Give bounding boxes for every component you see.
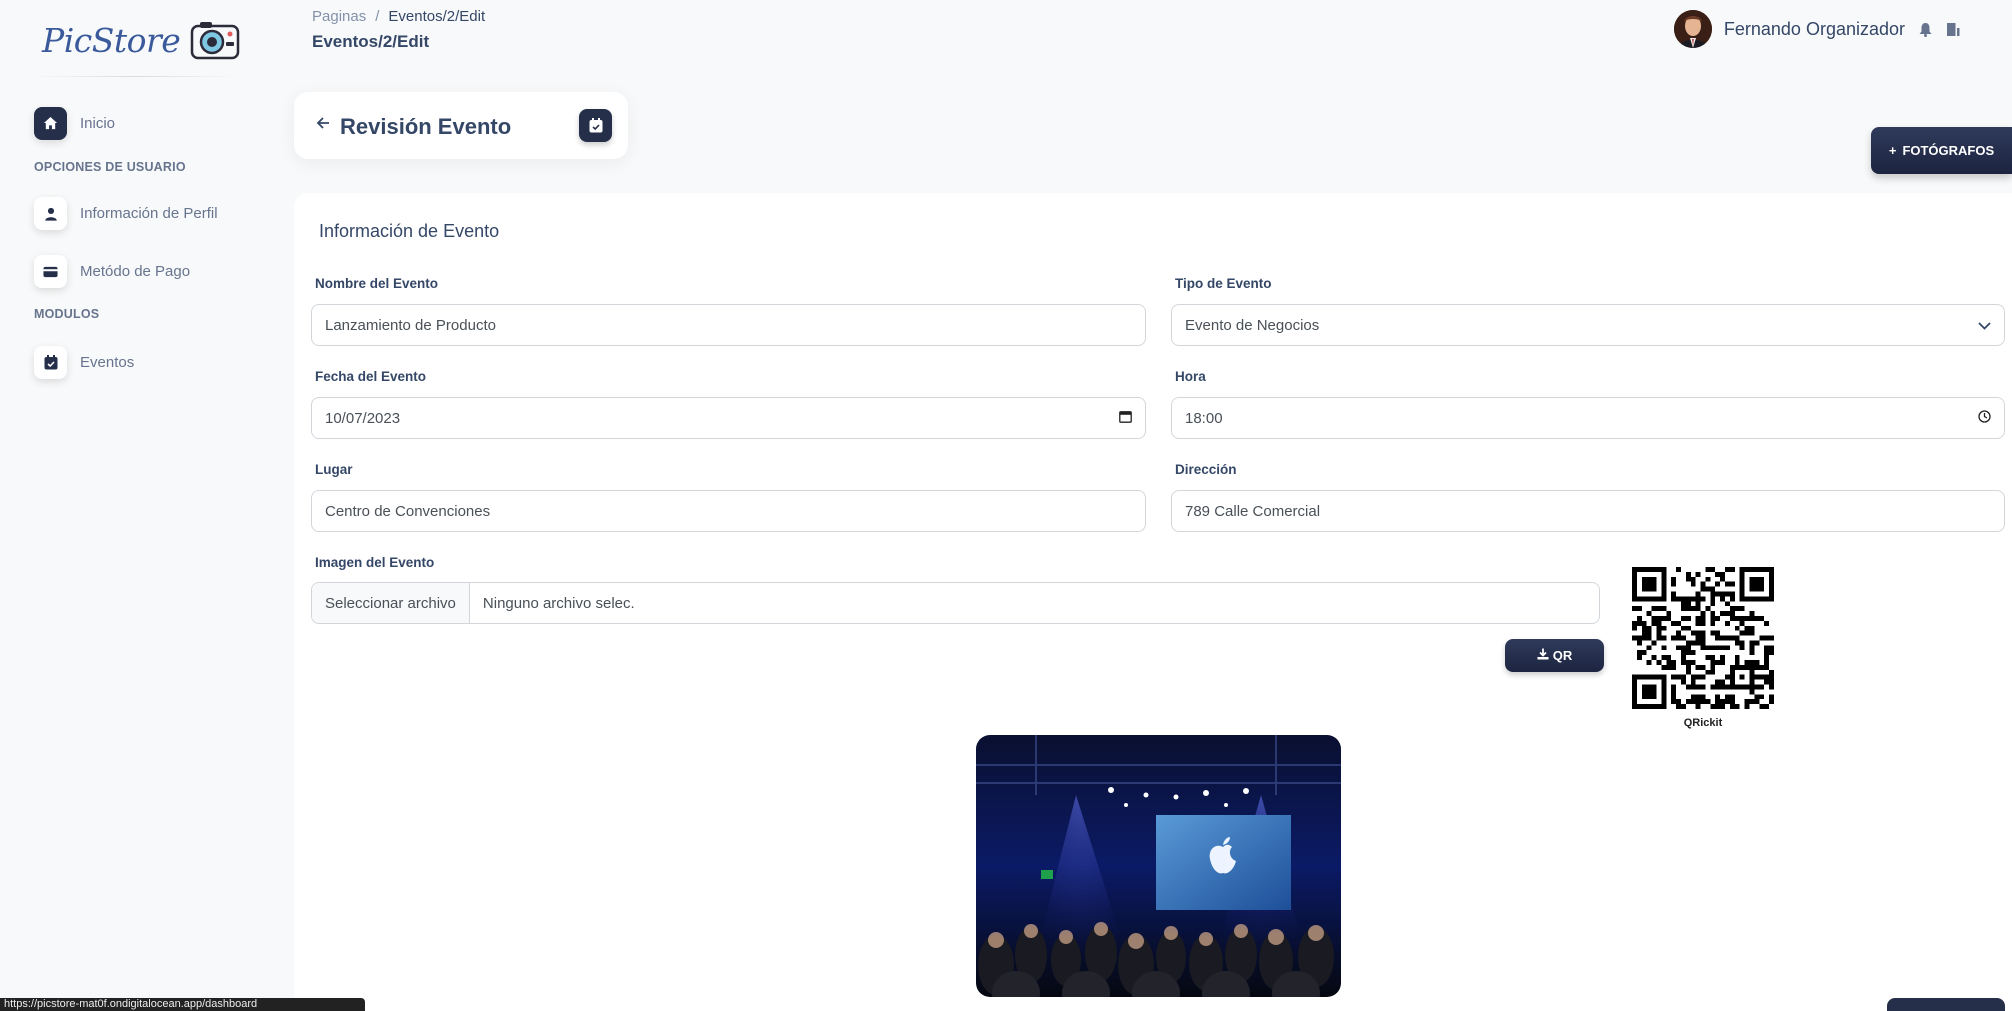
qr-code-image (1632, 567, 1774, 709)
event-address-input[interactable]: 789 Calle Comercial (1171, 490, 2005, 532)
download-icon (1537, 648, 1549, 663)
revision-title: Revisión Evento (340, 114, 512, 139)
sidebar: PicStore Inicio OPCIONES DE USUARIO Info… (0, 0, 270, 1011)
event-address-label: Dirección (1175, 462, 1237, 477)
event-name-value: Lanzamiento de Producto (325, 316, 496, 334)
back-arrow-icon[interactable] (316, 116, 330, 135)
sidebar-item-payment[interactable]: Metódo de Pago (34, 255, 190, 288)
sidebar-item-label: Inicio (80, 115, 116, 132)
event-name-input[interactable]: Lanzamiento de Producto (311, 304, 1146, 346)
event-time-input[interactable]: 18:00 (1171, 397, 2005, 439)
choose-file-button[interactable]: Seleccionar archivo (312, 583, 470, 623)
sidebar-section-modules: MODULOS (34, 307, 100, 321)
sidebar-item-profile[interactable]: Información de Perfil (34, 197, 218, 230)
add-photographers-label: FOTÓGRAFOS (1902, 143, 1995, 158)
chevron-down-icon (1978, 317, 1991, 334)
clock-icon[interactable] (1978, 409, 1991, 427)
event-time-value: 18:00 (1185, 409, 1223, 427)
status-bar-url: https://picstore-mat0f.ondigitalocean.ap… (0, 998, 365, 1011)
sidebar-divider (30, 76, 240, 77)
credit-card-icon (34, 255, 67, 288)
event-type-select[interactable]: Evento de Negocios (1171, 304, 2005, 346)
brand-name: PicStore (42, 20, 181, 60)
calendar-icon[interactable] (1119, 410, 1132, 427)
breadcrumb-current: Eventos/2/Edit (388, 8, 486, 25)
event-info-card: Información de Evento Nombre del Evento … (294, 193, 2012, 1011)
event-address-value: 789 Calle Comercial (1185, 502, 1321, 520)
camera-icon (191, 22, 240, 60)
qr-caption: QRickit (1683, 717, 1723, 729)
section-title: Información de Evento (319, 221, 500, 241)
breadcrumb: Paginas / Eventos/2/Edit (312, 8, 485, 25)
event-type-label: Tipo de Evento (1175, 276, 1272, 291)
bottom-right-button[interactable] (1887, 998, 2005, 1011)
event-type-value: Evento de Negocios (1185, 316, 1320, 334)
brand-logo[interactable]: PicStore (42, 20, 240, 60)
download-qr-label: QR (1552, 648, 1573, 663)
sidebar-item-label: Información de Perfil (80, 205, 218, 222)
sidebar-item-inicio[interactable]: Inicio (34, 107, 115, 140)
logout-icon[interactable] (1946, 22, 1960, 37)
user-name: Fernando Organizador (1723, 18, 1905, 39)
breadcrumb-separator: / (375, 8, 380, 25)
bell-icon[interactable] (1919, 22, 1932, 37)
event-date-label: Fecha del Evento (315, 369, 427, 384)
sidebar-item-events[interactable]: Eventos (34, 346, 134, 379)
calendar-check-icon (34, 346, 67, 379)
revision-card: Revisión Evento (294, 92, 628, 159)
event-place-value: Centro de Convenciones (325, 502, 491, 520)
chosen-file-name: Ninguno archivo selec. (482, 594, 635, 612)
page-title: Eventos/2/Edit (312, 32, 430, 51)
event-time-label: Hora (1175, 369, 1206, 384)
plus-icon: + (1888, 143, 1897, 158)
calendar-check-icon[interactable] (579, 109, 612, 142)
user-icon (34, 197, 67, 230)
avatar[interactable] (1673, 10, 1712, 48)
event-place-input[interactable]: Centro de Convenciones (311, 490, 1146, 532)
sidebar-item-label: Eventos (80, 354, 135, 371)
event-image-file-input[interactable]: Seleccionar archivo Ninguno archivo sele… (311, 582, 1600, 624)
event-place-label: Lugar (315, 462, 353, 477)
add-photographers-button[interactable]: + FOTÓGRAFOS (1871, 127, 2012, 174)
sidebar-section-user-options: OPCIONES DE USUARIO (34, 160, 186, 174)
event-image-label: Imagen del Evento (315, 555, 435, 570)
event-date-value: 10/07/2023 (325, 409, 401, 427)
user-menu: Fernando Organizador (1673, 10, 1960, 48)
event-name-label: Nombre del Evento (315, 276, 439, 291)
home-icon (34, 107, 67, 140)
sidebar-item-label: Metódo de Pago (80, 263, 191, 280)
event-date-input[interactable]: 10/07/2023 (311, 397, 1146, 439)
event-photo (976, 735, 1341, 997)
download-qr-button[interactable]: QR (1505, 639, 1604, 672)
breadcrumb-root[interactable]: Paginas (312, 8, 366, 25)
